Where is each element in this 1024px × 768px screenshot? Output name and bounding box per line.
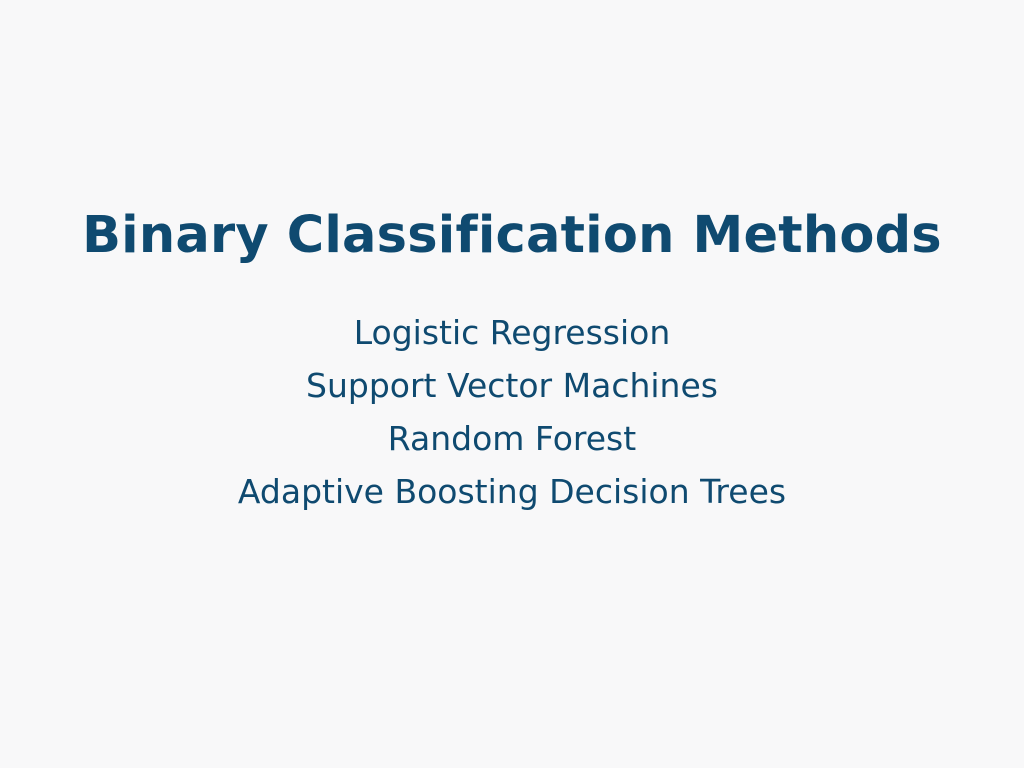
slide: Binary Classification Methods Logistic R… xyxy=(0,0,1024,768)
method-item-random-forest: Random Forest xyxy=(387,419,637,458)
method-list: Logistic Regression Support Vector Machi… xyxy=(0,306,1024,518)
method-item-logistic-regression: Logistic Regression xyxy=(353,313,671,352)
method-item-adaptive-boosting-decision-trees: Adaptive Boosting Decision Trees xyxy=(237,472,787,511)
slide-title: Binary Classification Methods xyxy=(82,206,942,266)
method-item-support-vector-machines: Support Vector Machines xyxy=(306,366,718,405)
